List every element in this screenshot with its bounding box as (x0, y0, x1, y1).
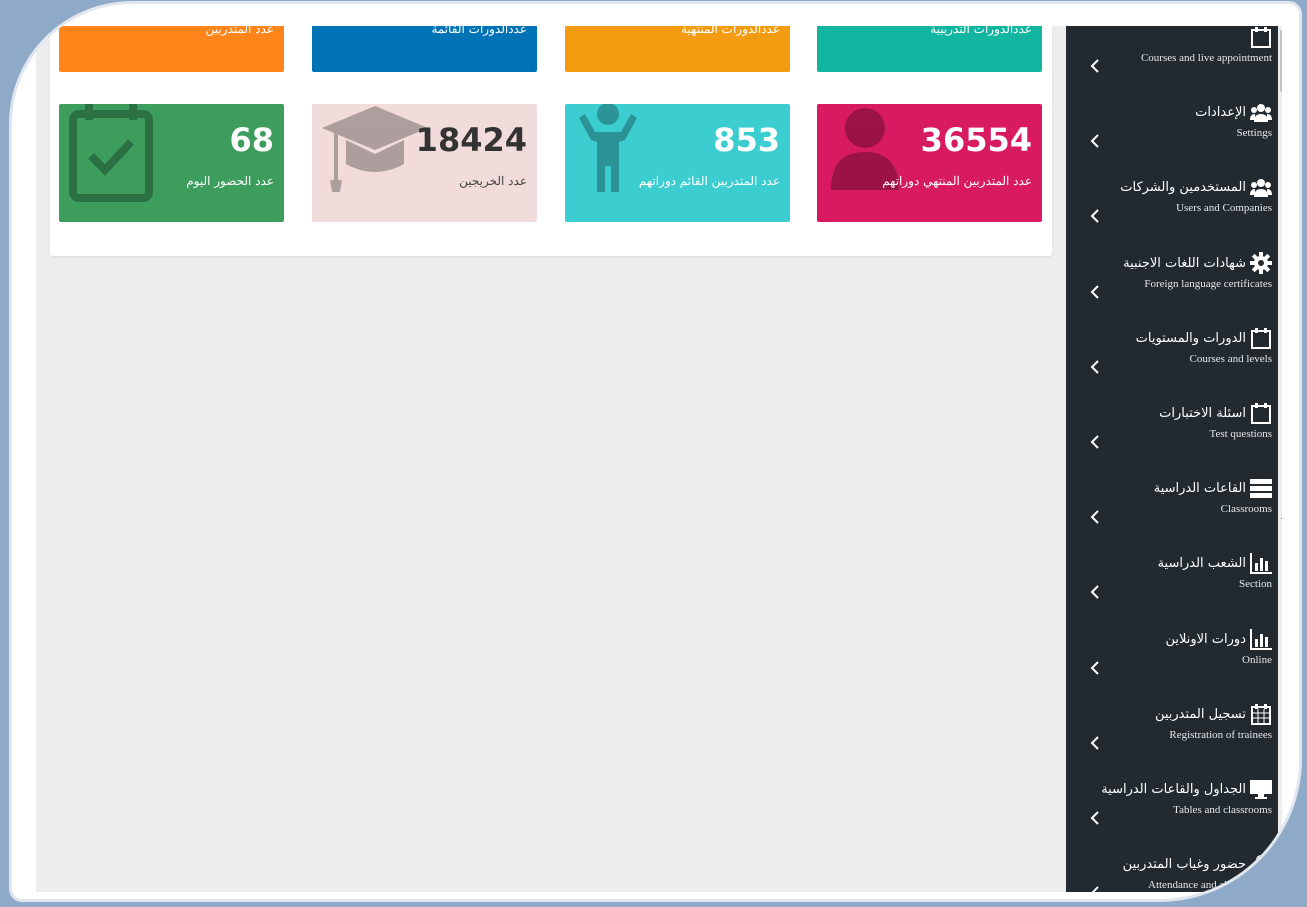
sidebar-item[interactable]: القاعات الدراسية Classrooms (1066, 459, 1278, 534)
sidebar-item-label-en: Registration of trainees (1169, 728, 1272, 741)
sidebar-item[interactable]: تسجيل المتدربين Registration of trainees (1066, 685, 1278, 760)
sidebar-item-label-ar: حضور وغياب المتدربين (1122, 857, 1246, 873)
sidebar-item-label-ar: دورات الاونلاين (1165, 631, 1246, 647)
window-frame: عدد المتدربين عددالدورات القائمة عددالدو… (12, 4, 1299, 899)
sidebar-item[interactable]: الجداول والقاعات الدراسية Tables and clas… (1066, 760, 1278, 835)
stat-tile-attendance-today[interactable]: 68 عدد الحضور اليوم (59, 104, 284, 222)
stat-label: عدد المتدربين (205, 26, 274, 36)
chevron-left-icon[interactable] (1090, 208, 1100, 224)
chevron-left-icon[interactable] (1090, 660, 1100, 676)
chevron-left-icon[interactable] (1090, 584, 1100, 600)
stat-tile-finished-courses[interactable]: عددالدورات المنتهية (565, 26, 790, 72)
stat-label: عدد المتدربين المنتهي دوراتهم (882, 174, 1032, 188)
chevron-left-icon[interactable] (1090, 359, 1100, 375)
bar-chart-icon (1250, 628, 1272, 650)
sidebar-item-label-en: Section (1239, 578, 1272, 591)
stat-label: عددالدورات التدريبية (930, 26, 1032, 36)
stat-label: عددالدورات المنتهية (681, 26, 780, 36)
sidebar-item[interactable]: اسئلة الاختبارات Test questions (1066, 384, 1278, 459)
sidebar-item[interactable]: دورات الاونلاين Online (1066, 610, 1278, 685)
sidebar-item-label-en: Users and Companies (1176, 202, 1272, 215)
sidebar-item-label-en: Courses and live appointment (1140, 52, 1272, 64)
stat-label: عدد الحضور اليوم (186, 174, 274, 188)
sidebar-item-label-ar: تسجيل المتدربين (1154, 706, 1246, 722)
sidebar-item-label-en: Online (1242, 653, 1272, 666)
scroll-up-arrow-icon[interactable] (1281, 514, 1282, 519)
chevron-left-icon[interactable] (1090, 735, 1100, 751)
stat-tile-trainees[interactable]: عدد المتدربين (59, 26, 284, 72)
calendar-icon (1251, 327, 1271, 349)
chevron-left-icon[interactable] (1090, 133, 1100, 149)
stat-tile-training-courses[interactable]: عددالدورات التدريبية (817, 26, 1042, 72)
sidebar-item[interactable]: الدورات والمستويات Courses and levels (1066, 309, 1278, 384)
gear-icon (1250, 251, 1272, 274)
stat-value: 36554 (920, 121, 1032, 159)
sidebar-item[interactable]: Courses and live appointment (1066, 26, 1278, 83)
scroll-thumb[interactable] (1280, 30, 1282, 92)
graduation-cap-icon (322, 106, 428, 192)
sidebar-item-label-ar: الجداول والقاعات الدراسية (1101, 782, 1246, 797)
bar-chart-icon (1250, 553, 1272, 575)
sidebar-item-label-en: Foreign language certificates (1144, 277, 1272, 290)
chevron-left-icon[interactable] (1090, 58, 1100, 74)
sidebar-item-label-ar: شهادات اللغات الاجنبية (1123, 255, 1246, 271)
sidebar-scrollbar[interactable] (1278, 26, 1282, 892)
chevron-left-icon[interactable] (1090, 885, 1100, 892)
stat-value: 853 (713, 121, 780, 159)
sidebar-item-label-ar: المستخدمين والشركات (1120, 180, 1246, 196)
sidebar-item-label-ar: الشعب الدراسية (1157, 556, 1246, 572)
user-icon (831, 108, 899, 190)
sidebar-item[interactable]: الشعب الدراسية Section (1066, 534, 1278, 609)
calendar-grid-icon (1251, 703, 1271, 725)
sidebar-item-label-en: Test questions (1209, 428, 1272, 440)
calendar-icon (1251, 27, 1271, 48)
sidebar-item[interactable]: المستخدمين والشركات Users and Companies (1066, 158, 1278, 233)
sidebar-item-label-en: Attendance and absence of t (1148, 879, 1272, 892)
stat-label: عدد الخريجين (459, 174, 527, 188)
monitor-icon (1250, 780, 1272, 799)
stat-tile-finished-trainees[interactable]: 36554 عدد المتدربين المنتهي دوراتهم (817, 104, 1042, 222)
chevron-left-icon[interactable] (1090, 434, 1100, 450)
sidebar-item[interactable]: الإعدادات Settings (1066, 83, 1278, 158)
stat-value: 18424 (415, 121, 527, 159)
stat-label: عدد المتدربين القائم دوراتهم (638, 174, 780, 188)
stat-label: عددالدورات القائمة (431, 26, 527, 36)
sidebar-item-label-en: Tables and classrooms (1173, 804, 1272, 816)
users-icon (1250, 179, 1272, 198)
stat-tile-current-courses[interactable]: عددالدورات القائمة (312, 26, 537, 72)
sidebar-item-label-ar: القاعات الدراسية (1153, 481, 1246, 497)
sidebar-item-label-ar: اسئلة الاختبارات (1159, 406, 1246, 421)
chevron-left-icon[interactable] (1090, 509, 1100, 525)
chevron-left-icon[interactable] (1090, 810, 1100, 826)
sidebar-item[interactable]: شهادات اللغات الاجنبية Foreign language c… (1066, 234, 1278, 309)
stat-tile-active-trainees[interactable]: 853 عدد المتدربين القائم دوراتهم (565, 104, 790, 222)
sidebar-item-label-en: Settings (1236, 127, 1272, 140)
stats-panel: عدد المتدربين عددالدورات القائمة عددالدو… (50, 26, 1052, 256)
sidebar-item-label-en: Classrooms (1220, 503, 1272, 516)
child-icon (579, 104, 637, 192)
server-icon (1250, 479, 1272, 499)
chevron-left-icon[interactable] (1090, 284, 1100, 300)
calendar-check-icon (69, 104, 153, 202)
sidebar-item[interactable]: حضور وغياب المتدربين Attendance and absen… (1066, 835, 1278, 892)
dashboard-screen: عدد المتدربين عددالدورات القائمة عددالدو… (36, 26, 1282, 892)
sidebar-item-label-ar: الدورات والمستويات (1135, 330, 1246, 346)
stat-tile-graduates[interactable]: 18424 عدد الخريجين (312, 104, 537, 222)
user-icon (1252, 855, 1270, 876)
users-icon (1250, 104, 1272, 123)
stat-value: 68 (229, 121, 274, 159)
sidebar-item-label-en: Courses and levels (1189, 352, 1272, 365)
sidebar-menu: Courses and live appointment الإعدادات Set… (1066, 26, 1278, 892)
sidebar-item-label-ar: الإعدادات (1195, 105, 1246, 121)
calendar-icon (1251, 403, 1271, 424)
